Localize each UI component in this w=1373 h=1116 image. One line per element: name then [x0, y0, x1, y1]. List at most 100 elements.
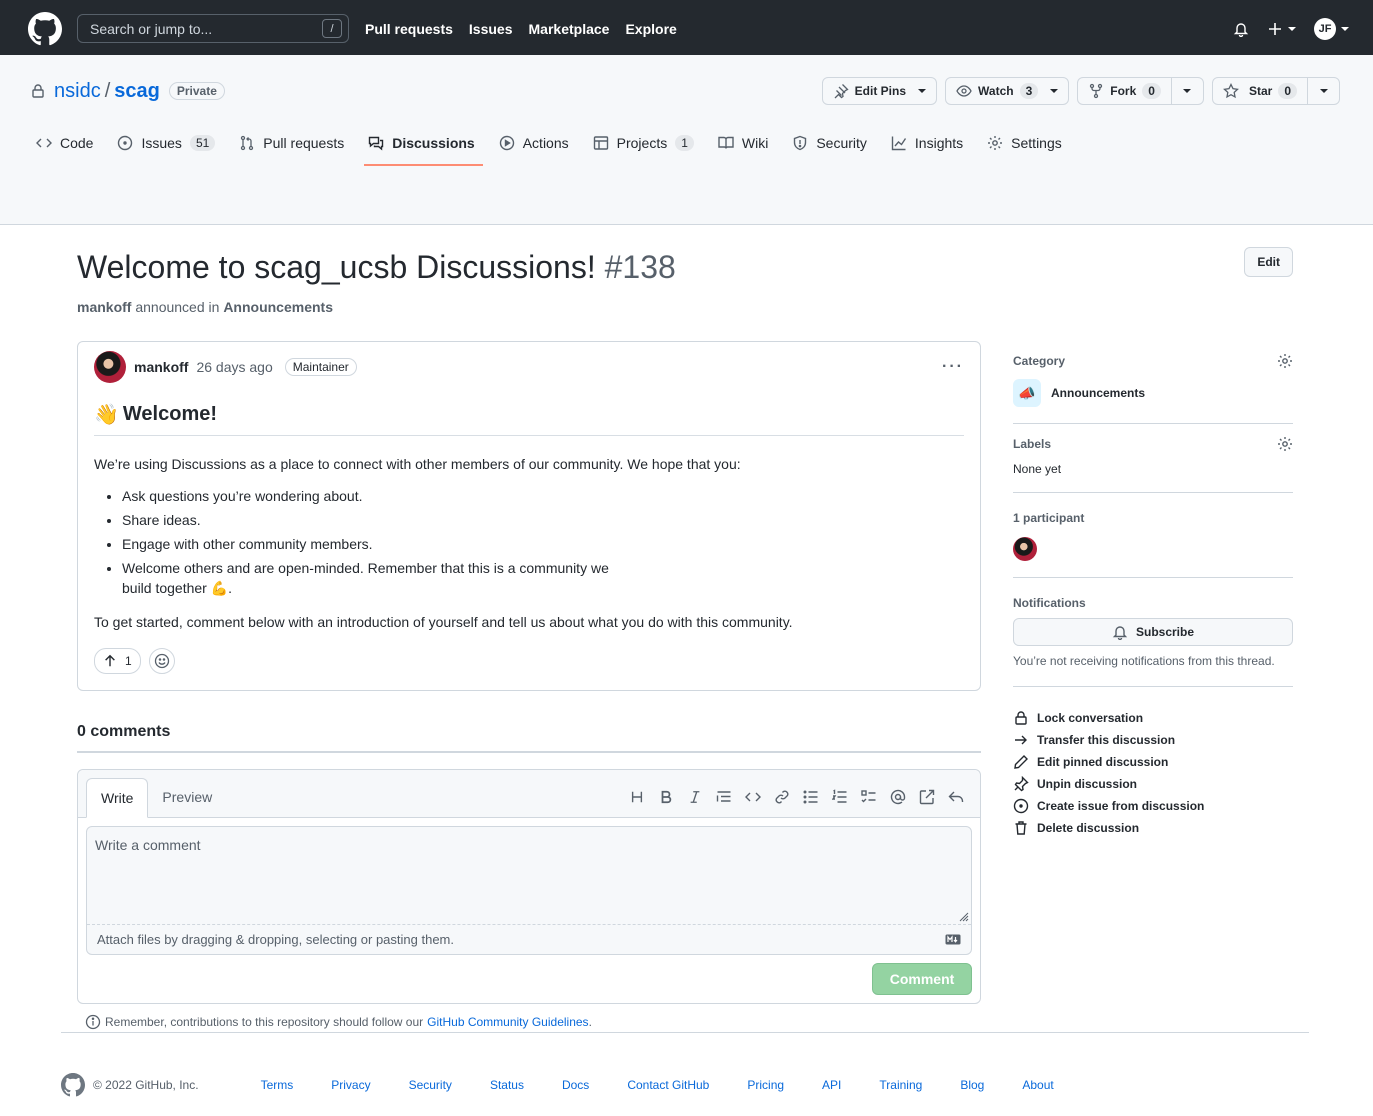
guidelines-prefix: Remember, contributions to this reposito…	[105, 1015, 424, 1029]
tab-projects[interactable]: Projects 1	[593, 127, 706, 163]
repo-tabs: Code Issues 51 Pull requests Discussions…	[0, 127, 1373, 166]
footer-link-about[interactable]: About	[1022, 1078, 1053, 1092]
byline-author-link[interactable]: mankoff	[77, 299, 131, 315]
gear-icon[interactable]	[1277, 353, 1293, 369]
repo-title: nsidc / scag Private	[30, 80, 225, 103]
post-timestamp[interactable]: 26 days ago	[196, 359, 272, 375]
footer-link-security[interactable]: Security	[409, 1078, 452, 1092]
user-menu[interactable]: JF	[1314, 17, 1349, 40]
tab-write[interactable]: Write	[86, 778, 149, 818]
community-guidelines-link[interactable]: GitHub Community Guidelines	[427, 1015, 588, 1029]
create-issue-link[interactable]: Create issue from discussion	[1013, 795, 1293, 817]
resize-handle-icon[interactable]	[959, 912, 969, 922]
tab-preview[interactable]: Preview	[148, 777, 226, 817]
fork-dropdown-button[interactable]	[1170, 78, 1203, 104]
attach-files-text: Attach files by dragging & dropping, sel…	[97, 932, 454, 947]
tab-discussions[interactable]: Discussions	[364, 127, 486, 166]
cross-reference-icon[interactable]	[919, 789, 935, 805]
attach-files-bar[interactable]: Attach files by dragging & dropping, sel…	[87, 925, 971, 954]
github-logo-icon[interactable]	[61, 1073, 85, 1097]
edit-pins-button[interactable]: Edit Pins	[821, 77, 938, 105]
chevron-down-icon	[1050, 89, 1059, 93]
post-bullet-list: Ask questions you’re wondering about. Sh…	[94, 486, 964, 598]
search-input[interactable]: Search or jump to... /	[77, 14, 349, 43]
arrow-up-icon	[105, 654, 115, 667]
delete-discussion-link[interactable]: Delete discussion	[1013, 817, 1293, 839]
category-heading: Category	[1013, 354, 1066, 368]
byline-category-link[interactable]: Announcements	[223, 299, 333, 315]
footer-link-api[interactable]: API	[822, 1078, 841, 1092]
top-nav: Pull requests Issues Marketplace Explore	[365, 21, 677, 37]
discussion-column: mankoff 26 days ago Maintainer ··· 👋 Wel…	[77, 341, 981, 1030]
edit-title-button[interactable]: Edit	[1244, 247, 1293, 277]
nav-explore[interactable]: Explore	[625, 21, 676, 37]
comment-textarea[interactable]: Write a comment	[87, 827, 971, 925]
footer-link-terms[interactable]: Terms	[261, 1078, 294, 1092]
bell-icon[interactable]	[1233, 21, 1249, 37]
mention-icon[interactable]	[890, 789, 906, 805]
tab-security[interactable]: Security	[792, 127, 879, 163]
comment-submit-button[interactable]: Comment	[872, 963, 972, 995]
nav-marketplace[interactable]: Marketplace	[529, 21, 610, 37]
footer-link-contact[interactable]: Contact GitHub	[627, 1078, 709, 1092]
footer-link-pricing[interactable]: Pricing	[747, 1078, 784, 1092]
transfer-discussion-link[interactable]: Transfer this discussion	[1013, 729, 1293, 751]
gear-icon[interactable]	[1277, 436, 1293, 452]
unpin-discussion-link[interactable]: Unpin discussion	[1013, 773, 1293, 795]
lock-icon	[32, 84, 44, 98]
github-logo-icon[interactable]	[28, 11, 62, 46]
tab-actions[interactable]: Actions	[499, 127, 581, 163]
create-new-menu[interactable]	[1267, 21, 1296, 37]
author-avatar[interactable]	[94, 351, 126, 383]
participant-avatar[interactable]	[1013, 537, 1037, 561]
tab-security-label: Security	[816, 135, 867, 151]
category-item[interactable]: 📣 Announcements	[1013, 379, 1293, 407]
star-label: Star	[1248, 84, 1273, 98]
sidebar-participants: 1 participant	[1013, 493, 1293, 578]
header-actions: JF	[1233, 17, 1349, 40]
heading-icon[interactable]	[629, 789, 645, 805]
reply-icon[interactable]	[948, 789, 964, 805]
star-dropdown-button[interactable]	[1307, 78, 1339, 104]
nav-issues[interactable]: Issues	[469, 21, 513, 37]
tab-issues[interactable]: Issues 51	[117, 127, 227, 163]
tab-code[interactable]: Code	[36, 127, 105, 163]
edit-pinned-discussion-link[interactable]: Edit pinned discussion	[1013, 751, 1293, 773]
footer-link-training[interactable]: Training	[879, 1078, 922, 1092]
tab-wiki[interactable]: Wiki	[718, 127, 780, 163]
unordered-list-icon[interactable]	[803, 789, 819, 805]
lock-conversation-link[interactable]: Lock conversation	[1013, 707, 1293, 729]
tab-insights[interactable]: Insights	[891, 127, 975, 163]
footer-link-blog[interactable]: Blog	[960, 1078, 984, 1092]
link-icon[interactable]	[774, 789, 790, 805]
list-item: Engage with other community members.	[122, 534, 964, 554]
tab-pull-requests[interactable]: Pull requests	[239, 127, 356, 163]
bold-icon[interactable]	[658, 789, 674, 805]
kebab-menu-icon[interactable]: ···	[942, 358, 964, 376]
post-intro: We’re using Discussions as a place to co…	[94, 456, 741, 472]
subscribe-button[interactable]: Subscribe	[1013, 618, 1293, 646]
footer-link-privacy[interactable]: Privacy	[331, 1078, 370, 1092]
markdown-icon[interactable]	[945, 934, 961, 945]
code-icon[interactable]	[745, 789, 761, 805]
nav-pull-requests[interactable]: Pull requests	[365, 21, 453, 37]
list-item: Share ideas.	[122, 510, 964, 530]
repo-owner-link[interactable]: nsidc	[54, 80, 101, 103]
tab-settings[interactable]: Settings	[987, 127, 1074, 163]
footer-link-status[interactable]: Status	[490, 1078, 524, 1092]
ordered-list-icon[interactable]	[832, 789, 848, 805]
add-reaction-button[interactable]	[148, 648, 175, 674]
quote-icon[interactable]	[716, 789, 732, 805]
fork-button[interactable]: Fork 0	[1077, 77, 1204, 105]
repo-name-link[interactable]: scag	[114, 80, 160, 103]
watch-button[interactable]: Watch 3	[945, 77, 1070, 105]
italic-icon[interactable]	[687, 789, 703, 805]
post-author-link[interactable]: mankoff	[134, 359, 188, 375]
lock-conversation-label: Lock conversation	[1037, 711, 1144, 725]
plus-icon	[1269, 22, 1281, 35]
code-icon	[36, 138, 52, 148]
star-button[interactable]: Star 0	[1211, 77, 1340, 105]
task-list-icon[interactable]	[861, 789, 877, 805]
upvote-button[interactable]: 1	[94, 648, 141, 674]
footer-link-docs[interactable]: Docs	[562, 1078, 589, 1092]
